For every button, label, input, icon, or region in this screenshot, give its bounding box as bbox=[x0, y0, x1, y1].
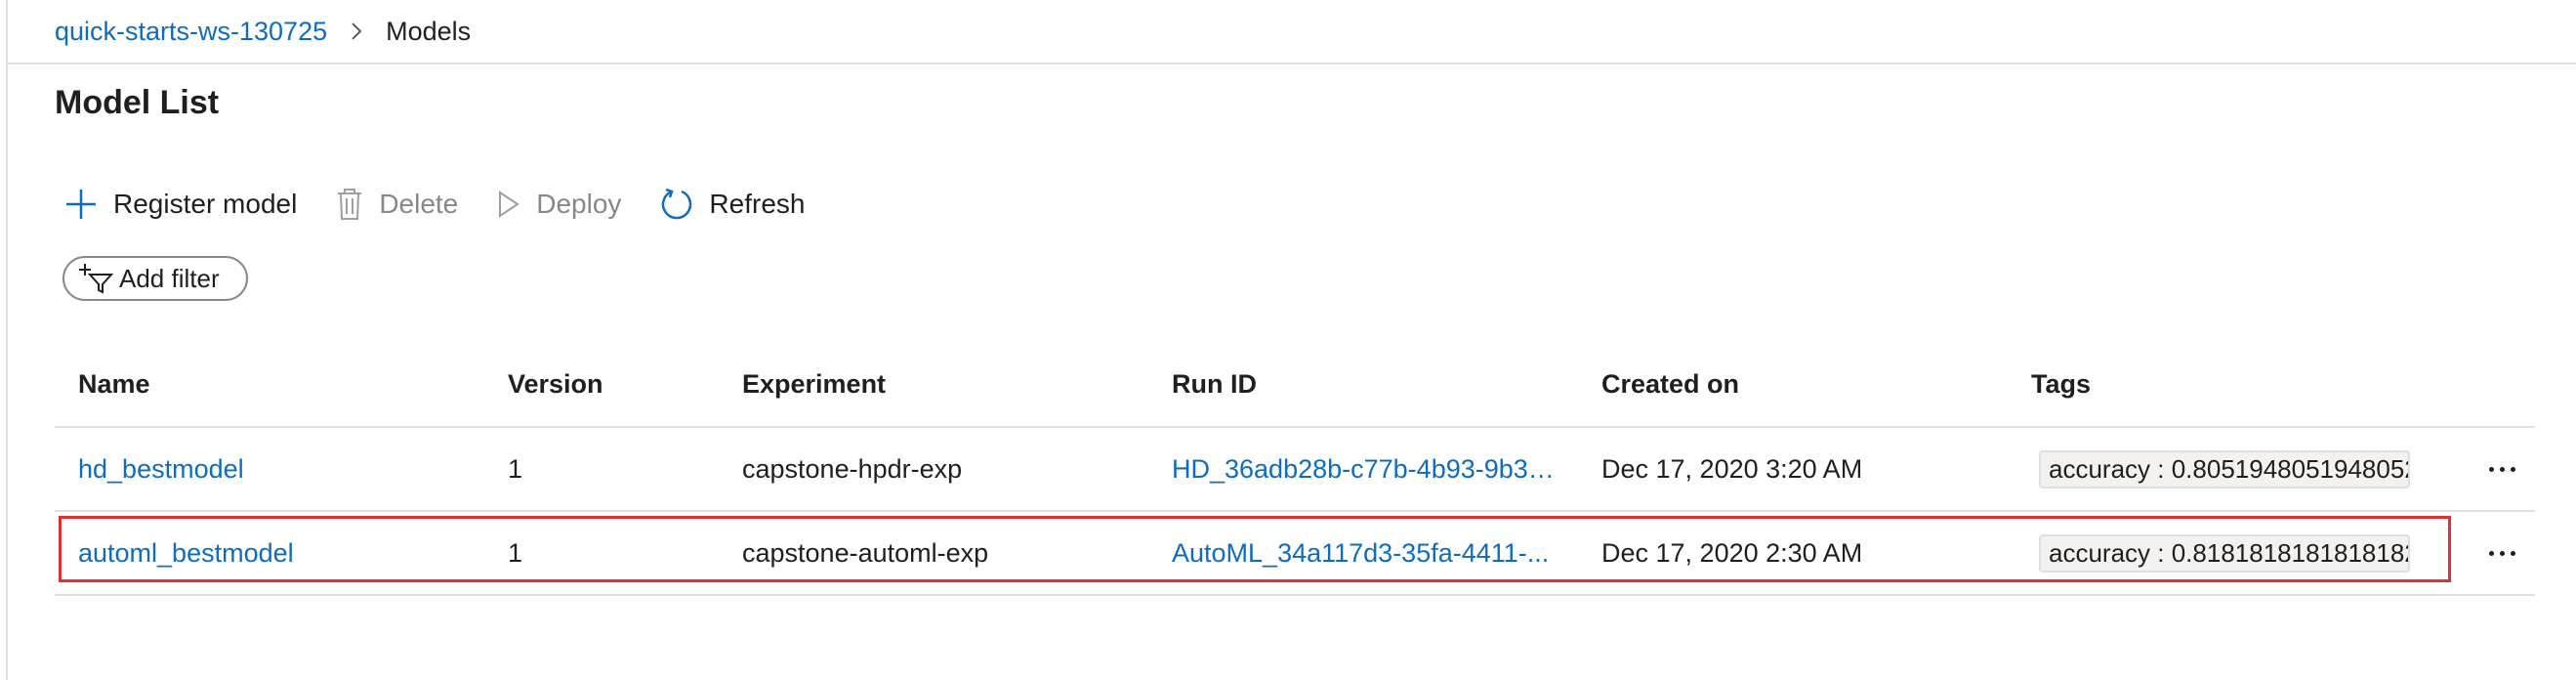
models-table: Name Version Experiment Run ID Created o… bbox=[55, 352, 2535, 596]
run-id-link[interactable]: HD_36adb28b-c77b-4b93-9b37... bbox=[1172, 454, 1562, 485]
refresh-icon bbox=[662, 188, 692, 220]
more-options-icon[interactable] bbox=[2488, 550, 2515, 556]
delete-label: Delete bbox=[379, 189, 459, 219]
plus-icon bbox=[66, 190, 96, 219]
column-header-name[interactable]: Name bbox=[78, 369, 150, 400]
created-on: Dec 17, 2020 2:30 AM bbox=[1601, 537, 1863, 568]
left-panel-border bbox=[0, 0, 8, 680]
breadcrumb-current: Models bbox=[386, 16, 472, 46]
toolbar: Register model Delete Deploy Refresh bbox=[64, 180, 844, 229]
table-header: Name Version Experiment Run ID Created o… bbox=[55, 352, 2535, 428]
model-experiment: capstone-hpdr-exp bbox=[742, 453, 963, 484]
column-header-experiment[interactable]: Experiment bbox=[742, 369, 886, 400]
register-model-button[interactable]: Register model bbox=[64, 188, 297, 221]
chevron-right-icon bbox=[327, 21, 386, 42]
tag-chip: accuracy : 0.8051948051948052 bbox=[2039, 449, 2410, 489]
column-header-created-on[interactable]: Created on bbox=[1601, 369, 1739, 400]
model-version: 1 bbox=[508, 453, 523, 484]
model-name-link[interactable]: hd_bestmodel bbox=[78, 454, 244, 485]
play-icon bbox=[499, 191, 520, 218]
column-header-run-id[interactable]: Run ID bbox=[1172, 369, 1257, 400]
breadcrumb-workspace-link[interactable]: quick-starts-ws-130725 bbox=[55, 17, 327, 47]
table-row[interactable]: hd_bestmodel 1 capstone-hpdr-exp HD_36ad… bbox=[55, 428, 2535, 512]
refresh-button[interactable]: Refresh bbox=[660, 188, 805, 221]
model-experiment: capstone-automl-exp bbox=[742, 537, 989, 568]
breadcrumb: quick-starts-ws-130725 Models bbox=[55, 14, 471, 49]
filter-add-icon bbox=[79, 264, 113, 294]
column-header-tags[interactable]: Tags bbox=[2031, 369, 2091, 400]
deploy-label: Deploy bbox=[536, 189, 622, 219]
created-on: Dec 17, 2020 3:20 AM bbox=[1601, 453, 1863, 484]
add-filter-button[interactable]: Add filter bbox=[62, 256, 248, 301]
column-header-version[interactable]: Version bbox=[508, 369, 603, 400]
run-id-link[interactable]: AutoML_34a117d3-35fa-4411-... bbox=[1172, 538, 1562, 569]
more-options-icon[interactable] bbox=[2488, 466, 2515, 472]
tag-chip: accuracy : 0.8181818181818182 bbox=[2039, 533, 2410, 573]
trash-icon bbox=[338, 189, 362, 220]
refresh-label: Refresh bbox=[709, 189, 806, 219]
register-model-label: Register model bbox=[113, 189, 298, 219]
model-version: 1 bbox=[508, 537, 523, 568]
page-title: Model List bbox=[55, 84, 220, 121]
model-name-link[interactable]: automl_bestmodel bbox=[78, 538, 294, 569]
header-divider bbox=[8, 63, 2576, 64]
table-row[interactable]: automl_bestmodel 1 capstone-automl-exp A… bbox=[55, 512, 2535, 596]
delete-button[interactable]: Delete bbox=[336, 188, 458, 221]
add-filter-label: Add filter bbox=[119, 263, 220, 293]
deploy-button[interactable]: Deploy bbox=[497, 189, 621, 220]
